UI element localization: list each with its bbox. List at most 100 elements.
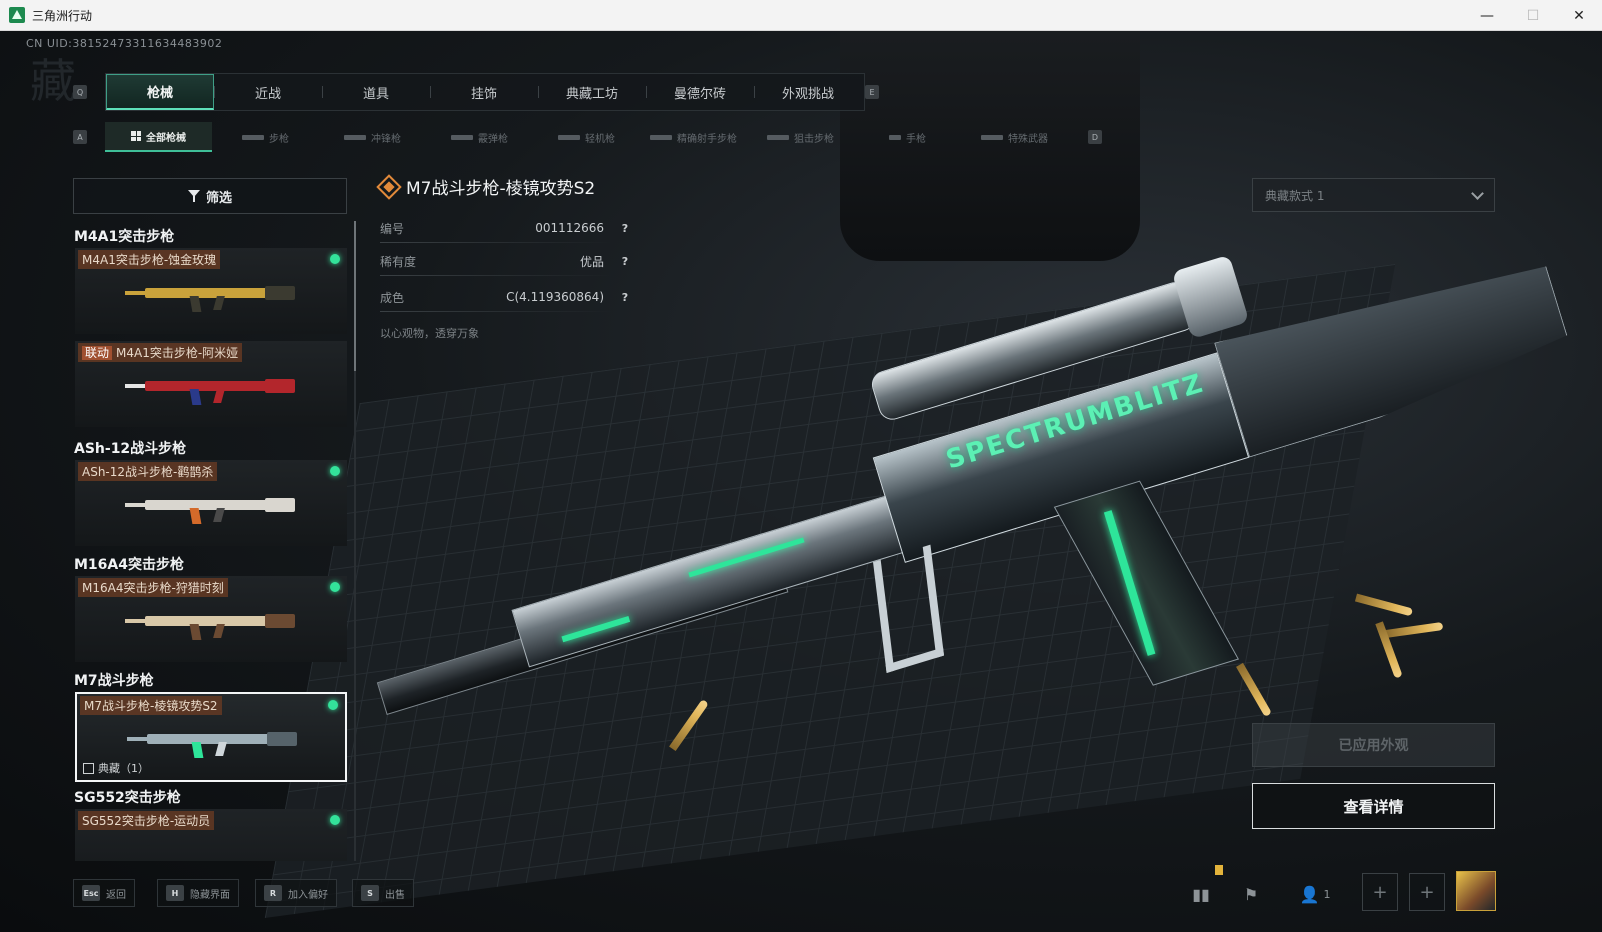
- weapon-stock: [1214, 243, 1574, 457]
- applied-appearance-button: 已应用外观: [1252, 723, 1495, 767]
- tab-next-key[interactable]: E: [865, 85, 879, 99]
- tab-guns[interactable]: 枪械: [106, 74, 214, 110]
- flag-icon[interactable]: ⚑: [1234, 877, 1268, 911]
- subtab-label: 手枪: [906, 133, 926, 145]
- skin-name: ASh-12战斗步枪-鹳鹊杀: [78, 462, 218, 481]
- weapon-group-title: M7战斗步枪: [74, 673, 154, 689]
- title-bar: 三角洲行动 — ☐ ✕: [0, 0, 1602, 31]
- skin-card[interactable]: SG552突击步枪-运动员: [75, 809, 347, 861]
- skin-name: SG552突击步枪-运动员: [78, 811, 215, 830]
- bottom-bar: Esc 返回 H 隐藏界面 R 加入偏好 S 出售 ▮▮ ⚑ 👤 1 + +: [0, 865, 1602, 932]
- prop-value: 优品: [579, 254, 604, 269]
- close-button[interactable]: ✕: [1556, 0, 1602, 31]
- app-logo-icon: [9, 7, 25, 23]
- skin-card[interactable]: M4A1突击步枪-蚀金玫瑰: [75, 248, 347, 334]
- subtab-pistols[interactable]: 手枪: [854, 122, 961, 152]
- subtab-all-guns[interactable]: 全部枪械: [105, 122, 212, 152]
- prop-wear: 成色 C(4.119360864) ?: [380, 286, 632, 312]
- smg-icon: [344, 134, 366, 140]
- equipped-indicator: [330, 815, 340, 825]
- subtab-label: 轻机枪: [585, 133, 615, 145]
- subtab-sniper[interactable]: 狙击步枪: [747, 122, 854, 152]
- subtab-shotguns[interactable]: 霰弹枪: [426, 122, 533, 152]
- subtab-label: 全部枪械: [146, 132, 186, 144]
- subtab-prev-key[interactable]: A: [73, 130, 87, 144]
- sniper-icon: [767, 134, 789, 140]
- special-weapon-icon: [981, 134, 1003, 140]
- skin-card[interactable]: ASh-12战斗步枪-鹳鹊杀: [75, 460, 347, 546]
- hotkey-label: 隐藏界面: [190, 889, 230, 901]
- subtab-special[interactable]: 特殊武器: [961, 122, 1068, 152]
- pistol-icon: [889, 134, 901, 140]
- skin-card-selected[interactable]: M7战斗步枪-棱镜攻势S2 典藏（1）: [75, 692, 347, 782]
- bullet-prop: [1384, 622, 1444, 638]
- grid-icon: [131, 131, 141, 141]
- hotkey-sell[interactable]: S 出售: [352, 879, 414, 907]
- skin-card[interactable]: 联动 M4A1突击步枪-阿米娅: [75, 341, 347, 427]
- tab-melee[interactable]: 近战: [214, 74, 322, 110]
- weapon-skin-list[interactable]: M4A1突击步枪 M4A1突击步枪-蚀金玫瑰 联动 M4A1突击步枪-阿米娅 AS: [73, 221, 353, 861]
- tab-appearance-challenge[interactable]: 外观挑战: [754, 74, 862, 110]
- tab-collection-workshop[interactable]: 典藏工坊: [538, 74, 646, 110]
- scroll-thumb[interactable]: [354, 221, 356, 371]
- player-avatar[interactable]: [1456, 871, 1496, 911]
- list-scrollbar[interactable]: [354, 221, 356, 861]
- tab-items[interactable]: 道具: [322, 74, 430, 110]
- subtab-label: 霰弹枪: [478, 133, 508, 145]
- collection-tag: 典藏（1）: [83, 760, 149, 776]
- tab-mandel-brick[interactable]: 曼德尔砖: [646, 74, 754, 110]
- hotkey-label: 加入偏好: [288, 889, 328, 901]
- hotkey-key: Esc: [82, 885, 100, 901]
- filter-icon: [187, 190, 200, 202]
- add-slot-button[interactable]: +: [1362, 873, 1398, 911]
- hotkey-back[interactable]: Esc 返回: [73, 879, 135, 907]
- background-watermark-char: 藏: [30, 54, 76, 108]
- prop-serial: 编号 001112666 ?: [380, 217, 632, 243]
- subtab-rifles[interactable]: 步枪: [212, 122, 319, 152]
- subtab-next-key[interactable]: D: [1088, 130, 1102, 144]
- equipped-indicator: [330, 254, 340, 264]
- add-slot-button[interactable]: +: [1409, 873, 1445, 911]
- collection-count: 典藏（1）: [98, 762, 149, 775]
- hotkey-favorite[interactable]: R 加入偏好: [255, 879, 337, 907]
- variant-dropdown[interactable]: 典藏款式 1: [1252, 178, 1495, 212]
- squad-button[interactable]: 👤 1: [1290, 877, 1340, 911]
- prop-key: 编号: [380, 221, 405, 236]
- skin-card[interactable]: M16A4突击步枪-狩猎时刻: [75, 576, 347, 662]
- subtab-label: 步枪: [269, 133, 289, 145]
- help-icon[interactable]: ?: [618, 290, 632, 304]
- subtab-smg[interactable]: 冲锋枪: [319, 122, 426, 152]
- prop-value: C(4.119360864): [506, 290, 604, 304]
- weapon-group-title: SG552突击步枪: [74, 790, 181, 806]
- stats-bar-chart-icon[interactable]: ▮▮: [1184, 877, 1218, 911]
- prop-key: 成色: [380, 290, 405, 305]
- weapon-group-title: M4A1突击步枪: [74, 229, 175, 245]
- filter-button[interactable]: 筛选: [73, 178, 347, 214]
- filter-label: 筛选: [205, 190, 232, 206]
- subtab-lmg[interactable]: 轻机枪: [533, 122, 640, 152]
- rifle-icon: [242, 134, 264, 140]
- hotkey-key: S: [361, 885, 379, 901]
- skin-detail-header: M7战斗步枪-棱镜攻势S2: [376, 173, 595, 200]
- subtab-label: 特殊武器: [1008, 133, 1048, 145]
- equipped-indicator: [330, 466, 340, 476]
- equipped-indicator: [330, 582, 340, 592]
- tab-prev-key[interactable]: Q: [73, 85, 87, 99]
- skin-name: M4A1突击步枪-蚀金玫瑰: [78, 250, 221, 269]
- skin-thumbnail: [127, 728, 297, 758]
- collab-badge: 联动: [82, 346, 113, 360]
- view-details-button[interactable]: 查看详情: [1252, 783, 1495, 829]
- weapon-type-tabs: 全部枪械 步枪 冲锋枪 霰弹枪 轻机枪 精确射手步枪 狙击步枪 手枪 特殊武器: [105, 122, 1095, 152]
- skin-thumbnail: [125, 494, 295, 524]
- prop-rarity: 稀有度 优品 ?: [380, 250, 632, 276]
- help-icon[interactable]: ?: [618, 221, 632, 235]
- notification-badge: [1215, 865, 1223, 875]
- subtab-dmr[interactable]: 精确射手步枪: [640, 122, 747, 152]
- help-icon[interactable]: ?: [618, 254, 632, 268]
- minimize-button[interactable]: —: [1464, 0, 1510, 31]
- weapon-group-title: M16A4突击步枪: [74, 557, 184, 573]
- hotkey-hide-ui[interactable]: H 隐藏界面: [157, 879, 239, 907]
- category-tabs: 枪械 近战 道具 挂饰 典藏工坊 曼德尔砖 外观挑战: [105, 73, 865, 111]
- game-window: 三角洲行动 — ☐ ✕ 藏 CN UID:3815247331163448390…: [0, 0, 1602, 932]
- tab-charms[interactable]: 挂饰: [430, 74, 538, 110]
